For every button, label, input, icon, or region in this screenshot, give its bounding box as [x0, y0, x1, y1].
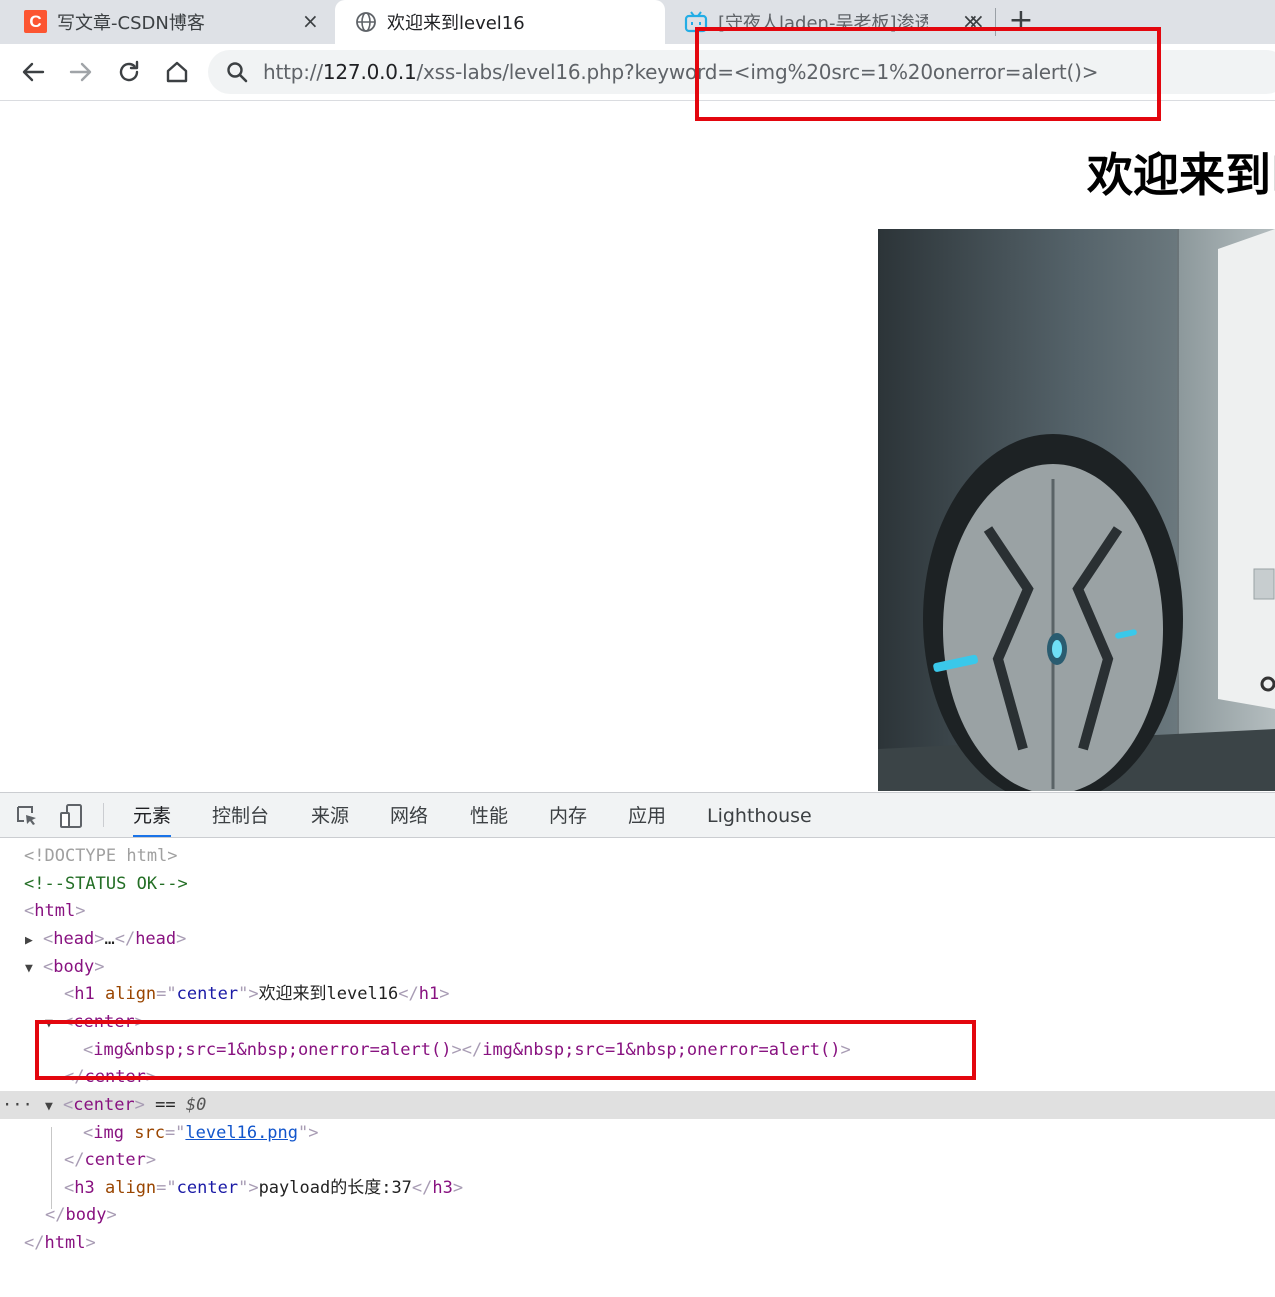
level16-image [878, 229, 1275, 791]
dom-line-body[interactable]: ▼ <body> [0, 953, 1275, 981]
dom-line-html[interactable]: <html> [0, 897, 1275, 925]
tab-title: 欢迎来到level16 [387, 13, 525, 34]
inspect-element-icon[interactable] [14, 803, 40, 829]
expand-arrow-icon[interactable]: ▶ [25, 927, 43, 955]
dom-line-center-2-close[interactable]: </center> [0, 1146, 1275, 1174]
tab-sources[interactable]: 来源 [311, 793, 349, 837]
annotation-box-url [695, 27, 1161, 121]
page-heading: 欢迎来到level16 [1087, 148, 1275, 202]
more-options-icon[interactable]: ··· [2, 1091, 33, 1119]
dom-line-doctype[interactable]: <!DOCTYPE html> [0, 842, 1275, 870]
tab-csdn[interactable]: C 写文章-CSDN博客 × [0, 0, 333, 44]
home-icon[interactable] [161, 56, 193, 88]
dom-line-head[interactable]: ▶ <head>…</head> [0, 925, 1275, 953]
search-icon [227, 62, 248, 83]
tab-performance[interactable]: 性能 [470, 793, 508, 837]
url-host: 127.0.0.1 [322, 60, 417, 84]
close-icon[interactable]: × [302, 9, 319, 33]
dom-line-center-2-selected[interactable]: ··· ▼ <center> == $0 [0, 1091, 1275, 1119]
forward-icon[interactable] [65, 56, 97, 88]
annotation-box-payload [35, 1020, 976, 1080]
dom-line-comment[interactable]: <!--STATUS OK--> [0, 870, 1275, 898]
dom-line-h3[interactable]: <h3 align="center">payload的长度:37</h3> [0, 1174, 1275, 1202]
tab-console[interactable]: 控制台 [212, 793, 269, 837]
tab-network[interactable]: 网络 [390, 793, 428, 837]
device-toolbar-icon[interactable] [58, 803, 84, 829]
tab-application[interactable]: 应用 [628, 793, 666, 837]
tab-level16[interactable]: 欢迎来到level16 × [335, 0, 985, 44]
reload-icon[interactable] [113, 56, 145, 88]
devtools-toolbar: 元素 控制台 来源 网络 性能 内存 应用 Lighthouse [0, 793, 1275, 838]
url-scheme: http:// [263, 60, 323, 84]
tab-title: 写文章-CSDN博客 [57, 13, 205, 34]
tab-memory[interactable]: 内存 [549, 793, 587, 837]
dom-line-img[interactable]: <img src="level16.png"> [0, 1119, 1275, 1147]
dom-line-html-close[interactable]: </html> [0, 1229, 1275, 1257]
tab-lighthouse[interactable]: Lighthouse [707, 793, 812, 837]
csdn-favicon: C [24, 10, 47, 33]
back-icon[interactable] [17, 56, 49, 88]
tab-elements[interactable]: 元素 [133, 793, 172, 837]
toolbar-divider [103, 803, 104, 827]
dom-line-h1[interactable]: <h1 align="center">欢迎来到level16</h1> [0, 980, 1275, 1008]
img-src-link[interactable]: level16.png [185, 1123, 298, 1143]
globe-icon [356, 12, 376, 32]
collapse-arrow-icon[interactable]: ▼ [25, 955, 43, 983]
page-viewport: 欢迎来到level16 [0, 101, 1275, 791]
dom-line-body-close[interactable]: </body> [0, 1201, 1275, 1229]
collapse-arrow-icon[interactable]: ▼ [45, 1093, 63, 1121]
